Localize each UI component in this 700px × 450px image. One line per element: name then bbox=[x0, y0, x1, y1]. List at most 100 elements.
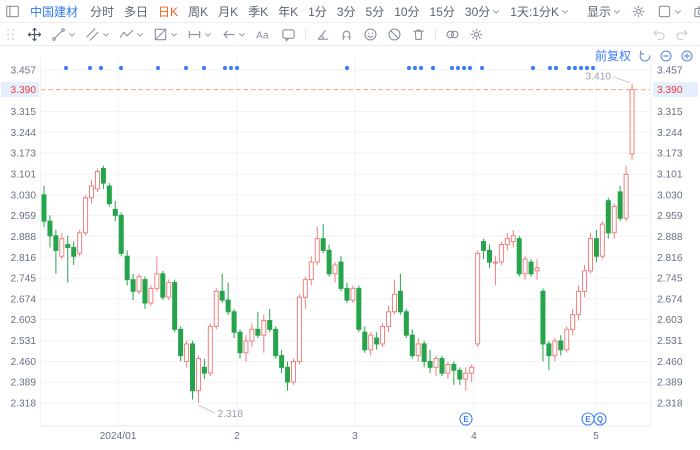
camera-icon[interactable] bbox=[693, 4, 700, 19]
candle-body bbox=[415, 343, 421, 357]
undo-icon[interactable] bbox=[651, 27, 666, 42]
magnet-icon[interactable] bbox=[339, 27, 354, 42]
arrow-left-dropdown[interactable] bbox=[221, 27, 246, 42]
symbol-title[interactable]: 中国建材 bbox=[30, 3, 78, 20]
grip-icon[interactable] bbox=[3, 27, 18, 42]
link-circles-icon[interactable] bbox=[445, 27, 460, 42]
period-tab[interactable]: 月K bbox=[218, 3, 238, 20]
panel-left-icon[interactable] bbox=[5, 4, 20, 19]
adjustment-mode-label[interactable]: 前复权 bbox=[595, 47, 631, 64]
period-tab[interactable]: 季K bbox=[248, 3, 268, 20]
announcement-dot[interactable] bbox=[467, 65, 473, 71]
candlestick-chart[interactable]: 3.457 3.457 3.315 3.315 3.244 3.244 3.173 3.173… bbox=[0, 45, 700, 445]
announcement-dot[interactable] bbox=[530, 65, 536, 71]
toolbar-dropdown-1[interactable]: 1天:1分K bbox=[510, 3, 569, 20]
period-tab[interactable]: 周K bbox=[188, 3, 208, 20]
announcement-dot[interactable] bbox=[430, 65, 436, 71]
trash-icon[interactable] bbox=[411, 27, 426, 42]
gann-box-icon[interactable] bbox=[153, 27, 168, 42]
y-axis-label-left: 3.244 bbox=[11, 128, 37, 139]
settings-icon[interactable] bbox=[469, 27, 484, 42]
announcement-dot[interactable] bbox=[572, 65, 578, 71]
candle-body bbox=[374, 337, 380, 345]
toolbar-dropdown-2[interactable]: 显示 bbox=[587, 3, 621, 20]
candle-body bbox=[564, 328, 570, 351]
announcement-dot[interactable] bbox=[547, 65, 553, 71]
angle-icon[interactable] bbox=[315, 27, 330, 42]
candle-body bbox=[83, 197, 89, 234]
y-axis-label-left: 3.315 bbox=[11, 107, 37, 118]
text-tool-icon[interactable]: Aa bbox=[255, 27, 272, 42]
period-tab[interactable]: 日K bbox=[158, 3, 178, 20]
announcement-dot[interactable] bbox=[590, 65, 596, 71]
reset-view-icon[interactable] bbox=[638, 49, 652, 63]
y-axis-label-right: 2.318 bbox=[657, 398, 683, 409]
period-tab[interactable]: 5分 bbox=[366, 3, 385, 20]
candle-body bbox=[350, 287, 356, 301]
comment-icon[interactable] bbox=[281, 27, 296, 42]
announcement-dot[interactable] bbox=[228, 65, 234, 71]
trend-line-icon[interactable] bbox=[51, 27, 66, 42]
announcement-dot[interactable] bbox=[201, 65, 207, 71]
announcement-dot[interactable] bbox=[344, 65, 350, 71]
announcement-dot[interactable] bbox=[553, 65, 559, 71]
settings-icon[interactable] bbox=[631, 4, 646, 19]
announcement-dot[interactable] bbox=[455, 65, 461, 71]
ban-icon[interactable] bbox=[387, 27, 402, 42]
cursor-move-icon[interactable] bbox=[27, 27, 42, 42]
emoji-icon[interactable] bbox=[363, 27, 378, 42]
x-axis-label: 2024/01 bbox=[100, 431, 137, 442]
period-tab[interactable]: 3分 bbox=[337, 3, 356, 20]
gann-box-dropdown[interactable] bbox=[153, 27, 178, 42]
period-tab[interactable]: 1分 bbox=[308, 3, 327, 20]
announcement-dot[interactable] bbox=[155, 65, 161, 71]
candle-body bbox=[475, 252, 481, 345]
measure-dropdown[interactable] bbox=[187, 27, 212, 42]
candle-body bbox=[160, 273, 166, 298]
announcement-dot[interactable] bbox=[63, 65, 69, 71]
announcement-dot[interactable] bbox=[183, 65, 189, 71]
announcement-dot[interactable] bbox=[584, 65, 590, 71]
announcement-dot[interactable] bbox=[87, 65, 93, 71]
measure-icon[interactable] bbox=[187, 27, 202, 42]
candle-body bbox=[190, 343, 195, 392]
announcement-dot[interactable] bbox=[412, 65, 418, 71]
candle-body bbox=[611, 206, 617, 234]
candle-body bbox=[391, 293, 397, 313]
y-axis-label-right: 2.674 bbox=[657, 294, 683, 305]
period-tab[interactable]: 分时 bbox=[90, 3, 114, 20]
toolbar-dropdown-0[interactable]: 30分 bbox=[465, 3, 500, 20]
redo-icon[interactable] bbox=[675, 27, 690, 42]
trend-line-dropdown[interactable] bbox=[51, 27, 76, 42]
candle-body bbox=[112, 208, 118, 216]
zoom-in-icon[interactable] bbox=[680, 49, 694, 63]
announcement-dot[interactable] bbox=[566, 65, 572, 71]
announcement-dot[interactable] bbox=[578, 65, 584, 71]
announcement-dot[interactable] bbox=[234, 65, 240, 71]
announcement-dot[interactable] bbox=[479, 65, 485, 71]
dropdown-label: 30分 bbox=[464, 4, 491, 19]
period-tab[interactable]: 年K bbox=[278, 3, 298, 20]
announcement-dot[interactable] bbox=[406, 65, 412, 71]
announcement-dot[interactable] bbox=[461, 65, 467, 71]
candle-body bbox=[320, 238, 326, 251]
candle-body bbox=[195, 358, 201, 392]
candle-body bbox=[599, 223, 605, 257]
channel-icon[interactable] bbox=[85, 27, 100, 42]
wave-icon[interactable] bbox=[119, 27, 134, 42]
announcement-dot[interactable] bbox=[98, 65, 104, 71]
announcement-dot[interactable] bbox=[418, 65, 424, 71]
period-tab[interactable]: 多日 bbox=[124, 3, 148, 20]
wave-dropdown[interactable] bbox=[119, 27, 144, 42]
layout-dropdown[interactable] bbox=[657, 4, 682, 19]
toolbar-right-icons: VSF10 bbox=[631, 4, 700, 19]
announcement-dot[interactable] bbox=[222, 65, 228, 71]
announcement-dot[interactable] bbox=[449, 65, 455, 71]
announcement-dot[interactable] bbox=[118, 65, 124, 71]
period-tab[interactable]: 10分 bbox=[394, 3, 419, 20]
zoom-out-icon[interactable] bbox=[659, 49, 673, 63]
channel-dropdown[interactable] bbox=[85, 27, 110, 42]
period-tab[interactable]: 15分 bbox=[430, 3, 455, 20]
chevron-down-icon bbox=[68, 31, 76, 38]
arrow-left-icon[interactable] bbox=[221, 27, 236, 42]
